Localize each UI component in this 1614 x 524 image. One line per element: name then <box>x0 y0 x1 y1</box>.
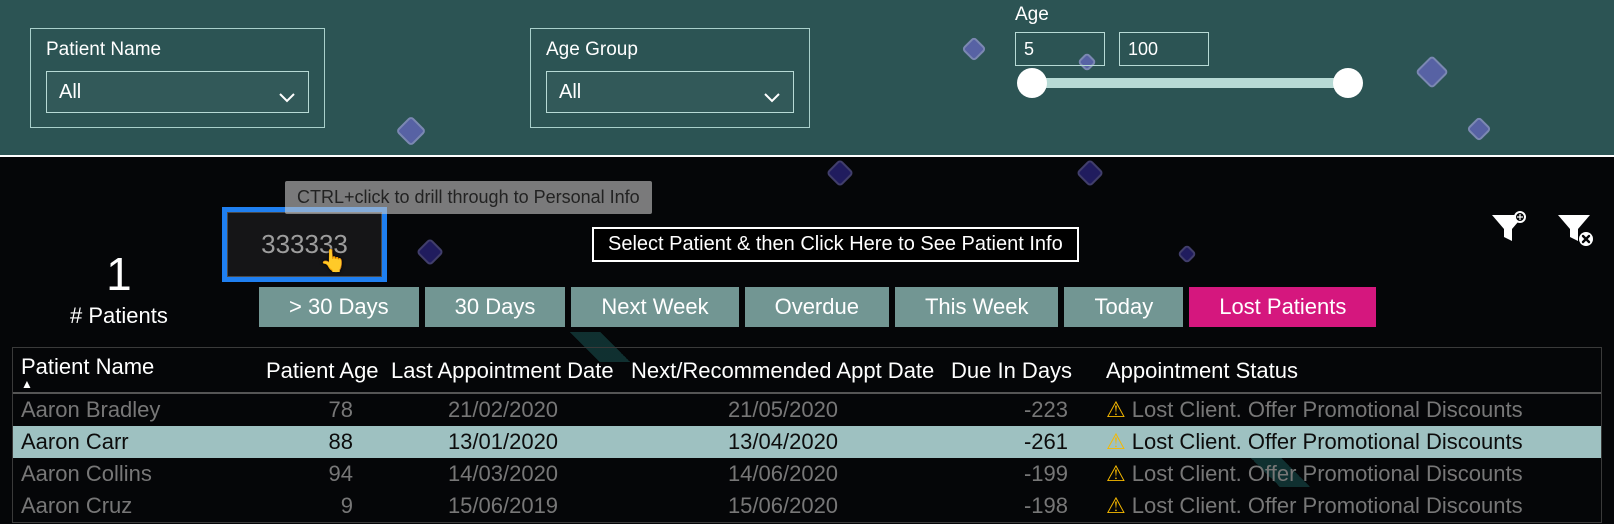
patient-name-label: Patient Name <box>46 39 309 61</box>
age-group-selected: All <box>559 81 581 104</box>
age-group-label: Age Group <box>546 39 794 61</box>
drill-card-value: 333333 👆 <box>227 212 382 277</box>
cell-status: ⚠Lost Client. Offer Promotional Discount… <box>1098 393 1601 426</box>
sort-asc-icon: ▲ <box>21 380 250 388</box>
patient-name-dropdown[interactable]: All <box>46 71 309 113</box>
col-header-last[interactable]: Last Appointment Date <box>383 348 623 393</box>
bookmark-bar: > 30 Days 30 Days Next Week Overdue This… <box>259 287 1376 327</box>
warning-icon: ⚠ <box>1106 493 1126 518</box>
cell-age: 9 <box>258 490 383 522</box>
cursor-hand-icon: 👆 <box>320 248 347 274</box>
patients-kpi-value: 1 <box>70 247 168 301</box>
age-slider-thumb-max[interactable] <box>1333 68 1363 98</box>
cell-due: -223 <box>943 393 1098 426</box>
warning-icon: ⚠ <box>1106 397 1126 422</box>
cell-name: Aaron Collins <box>13 458 258 490</box>
col-header-age[interactable]: Patient Age <box>258 348 383 393</box>
see-patient-info-button[interactable]: Select Patient & then Click Here to See … <box>592 227 1079 262</box>
cell-due: -199 <box>943 458 1098 490</box>
table-header-row: Patient Name ▲ Patient Age Last Appointm… <box>13 348 1601 393</box>
cell-name: Aaron Carr <box>13 426 258 458</box>
age-min-input[interactable]: 5 <box>1015 32 1105 66</box>
patient-name-selected: All <box>59 81 81 104</box>
warning-icon: ⚠ <box>1106 429 1126 454</box>
cell-next-appt: 21/05/2020 <box>623 393 943 426</box>
bookmark-30plus[interactable]: > 30 Days <box>259 287 419 327</box>
cell-name: Aaron Cruz <box>13 490 258 522</box>
cell-age: 94 <box>258 458 383 490</box>
cell-next-appt: 14/06/2020 <box>623 458 943 490</box>
clear-filter-icon[interactable] <box>1554 209 1594 249</box>
bookmark-thisweek[interactable]: This Week <box>895 287 1059 327</box>
cell-next-appt: 13/04/2020 <box>623 426 943 458</box>
age-group-dropdown[interactable]: All <box>546 71 794 113</box>
patients-kpi-label: # Patients <box>70 303 168 329</box>
col-header-next[interactable]: Next/Recommended Appt Date <box>623 348 943 393</box>
cell-last-appt: 14/03/2020 <box>383 458 623 490</box>
table-row[interactable]: Aaron Bradley7821/02/202021/05/2020-223⚠… <box>13 393 1601 426</box>
drillthrough-tooltip: CTRL+click to drill through to Personal … <box>285 181 652 214</box>
filter-settings-icon[interactable] <box>1488 209 1528 249</box>
chevron-down-icon <box>278 86 296 98</box>
table-row[interactable]: Aaron Collins9414/03/202014/06/2020-199⚠… <box>13 458 1601 490</box>
cell-status: ⚠Lost Client. Offer Promotional Discount… <box>1098 426 1601 458</box>
col-header-due[interactable]: Due In Days <box>943 348 1098 393</box>
age-slicer: Age 5 100 <box>1015 4 1375 88</box>
col-header-name[interactable]: Patient Name ▲ <box>13 348 258 393</box>
bookmark-30days[interactable]: 30 Days <box>425 287 566 327</box>
report-body: CTRL+click to drill through to Personal … <box>0 157 1614 524</box>
filter-panel: Patient Name All Age Group All Age 5 100 <box>0 0 1614 157</box>
cell-next-appt: 15/06/2020 <box>623 490 943 522</box>
patient-name-slicer: Patient Name All <box>30 28 325 128</box>
table-row[interactable]: Aaron Carr8813/01/202013/04/2020-261⚠Los… <box>13 426 1601 458</box>
cell-name: Aaron Bradley <box>13 393 258 426</box>
cell-due: -198 <box>943 490 1098 522</box>
age-slider-thumb-min[interactable] <box>1017 68 1047 98</box>
cell-status: ⚠Lost Client. Offer Promotional Discount… <box>1098 490 1601 522</box>
patients-kpi: 1 # Patients <box>70 247 168 329</box>
cell-due: -261 <box>943 426 1098 458</box>
bookmark-today[interactable]: Today <box>1064 287 1183 327</box>
cell-last-appt: 13/01/2020 <box>383 426 623 458</box>
col-header-status[interactable]: Appointment Status <box>1098 348 1601 393</box>
bookmark-lost[interactable]: Lost Patients <box>1189 287 1376 327</box>
warning-icon: ⚠ <box>1106 461 1126 486</box>
age-slider-track[interactable] <box>1025 78 1355 88</box>
chevron-down-icon <box>763 86 781 98</box>
patients-table[interactable]: Patient Name ▲ Patient Age Last Appointm… <box>12 347 1602 523</box>
age-max-input[interactable]: 100 <box>1119 32 1209 66</box>
drill-card-selection[interactable]: 333333 👆 <box>222 207 387 282</box>
bookmark-nextweek[interactable]: Next Week <box>571 287 738 327</box>
bookmark-overdue[interactable]: Overdue <box>745 287 889 327</box>
cell-age: 88 <box>258 426 383 458</box>
age-label: Age <box>1015 4 1375 26</box>
cell-age: 78 <box>258 393 383 426</box>
cell-status: ⚠Lost Client. Offer Promotional Discount… <box>1098 458 1601 490</box>
cell-last-appt: 21/02/2020 <box>383 393 623 426</box>
cell-last-appt: 15/06/2019 <box>383 490 623 522</box>
age-group-slicer: Age Group All <box>530 28 810 128</box>
table-row[interactable]: Aaron Cruz915/06/201915/06/2020-198⚠Lost… <box>13 490 1601 522</box>
